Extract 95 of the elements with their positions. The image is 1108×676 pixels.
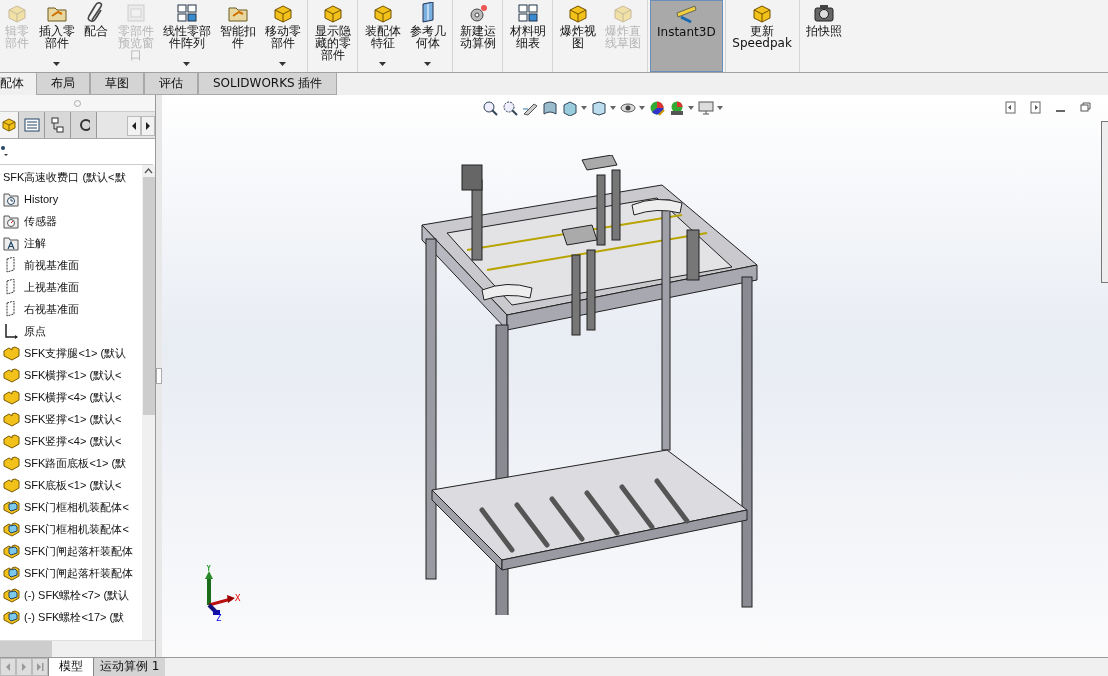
assembly-icon (3, 587, 20, 603)
list-icon (23, 118, 40, 132)
camera-icon (812, 2, 835, 24)
zoom-area-icon[interactable] (502, 100, 518, 116)
tree-item[interactable]: SFK门闸起落杆装配体 (24, 543, 134, 559)
tree-item[interactable]: SFK支撑腿<1> (默认 (24, 345, 127, 361)
restore-icon[interactable] (1080, 101, 1092, 114)
assembly-icon (3, 499, 20, 515)
caret-icon[interactable] (581, 106, 587, 110)
tree-item[interactable]: SFK路面底板<1> (默 (24, 455, 127, 471)
part-icon (3, 411, 20, 427)
toolbar-button[interactable]: Instant3D (650, 0, 723, 72)
scroll-up-icon[interactable] (144, 168, 153, 174)
assembly-icon (3, 609, 20, 625)
previous-window-icon[interactable] (1005, 101, 1017, 114)
annotation-folder-icon (3, 235, 20, 251)
part-icon (3, 455, 20, 471)
tree-item[interactable]: SFK门框相机装配体< (24, 499, 129, 515)
cube-icon (2, 118, 16, 132)
toolbar-button[interactable]: 智能扣件 (215, 0, 260, 72)
toolbar-button[interactable]: 装配体特征 (360, 0, 405, 72)
splitter-handle[interactable] (156, 368, 162, 384)
next-window-icon[interactable] (1030, 101, 1042, 114)
sensor-folder-icon (3, 213, 20, 229)
tree-item[interactable]: SFK横撑<1> (默认< (24, 367, 122, 383)
display-style-icon[interactable] (591, 100, 607, 116)
part-icon (3, 345, 20, 361)
caret-icon[interactable] (717, 106, 723, 110)
configuration-manager-tab[interactable] (45, 112, 71, 138)
view-orientation-icon[interactable] (562, 100, 578, 116)
tree-item[interactable]: SFK门框相机装配体< (24, 521, 129, 537)
toolbar-button[interactable]: 参考几何体 (405, 0, 450, 72)
tree-root-item[interactable]: SFK高速收费口 (默认<默 (0, 166, 142, 188)
toolbar-button[interactable]: 更新 Speedpak (727, 0, 797, 72)
scene-icon[interactable] (669, 100, 685, 116)
appearance-icon[interactable] (649, 100, 665, 116)
tree-item[interactable]: SFK底板<1> (默认< (24, 477, 122, 493)
toolbar-button[interactable]: 爆炸视图 (555, 0, 600, 72)
monitor-icon[interactable] (698, 100, 714, 116)
toolbar-button[interactable]: 配合 (79, 0, 113, 72)
toolbar-button[interactable]: 新建运动算例 (455, 0, 500, 72)
tree-item[interactable]: 右视基准面 (24, 301, 79, 317)
property-manager-tab[interactable] (19, 112, 45, 138)
tree-item[interactable]: 注解 (24, 235, 46, 251)
command-tab[interactable]: 评估 (144, 73, 198, 95)
tree-item[interactable]: 传感器 (24, 213, 57, 229)
assembly-icon (3, 521, 20, 537)
assembly-icon (3, 565, 20, 581)
caret-icon[interactable] (639, 106, 645, 110)
tree-item[interactable]: SFK门闸起落杆装配体 (24, 565, 134, 581)
tree-item[interactable]: SFK横撑<4> (默认< (24, 389, 122, 405)
filter-caret-icon (1, 145, 9, 158)
caret-icon[interactable] (688, 106, 694, 110)
part-icon (3, 433, 20, 449)
part-icon (3, 367, 20, 383)
ruler-icon (675, 3, 698, 25)
tree-item[interactable]: SFK竖撑<1> (默认< (24, 411, 122, 427)
caret-icon[interactable] (610, 106, 616, 110)
bottom-tab[interactable]: 运动算例 1 (93, 658, 166, 676)
target-tab[interactable] (71, 112, 97, 138)
tree-item[interactable]: (-) SFK螺栓<17> (默 (24, 609, 125, 625)
assembly-icon (3, 543, 20, 559)
vertical-scrollbar[interactable] (142, 165, 155, 640)
graphics-area[interactable]: Y X Z (162, 95, 1108, 657)
tree-item[interactable]: 上视基准面 (24, 279, 79, 295)
toolbar-button[interactable]: 线性零部件阵列 (158, 0, 215, 72)
triad-drawing: Y X Z (195, 565, 245, 621)
toolbar-button[interactable]: 材料明细表 (505, 0, 550, 72)
tree-item[interactable]: 原点 (24, 323, 46, 339)
hierarchy-icon (50, 117, 65, 133)
tree-item[interactable]: (-) SFK螺栓<7> (默认 (24, 587, 130, 603)
horizontal-scrollbar[interactable] (0, 640, 155, 657)
zoom-fit-icon[interactable] (482, 100, 498, 116)
section-view-icon[interactable] (542, 100, 558, 116)
command-tab[interactable]: 布局 (36, 73, 90, 95)
history-folder-icon (3, 191, 20, 207)
toolbar-button[interactable]: 插入零部件 (34, 0, 79, 72)
scroll-right-icon[interactable] (141, 116, 155, 136)
toolbar-button[interactable]: 拍快照 (801, 0, 846, 72)
hide-show-icon[interactable] (620, 100, 636, 116)
part-icon (3, 389, 20, 405)
command-tab[interactable]: 草图 (90, 73, 144, 95)
tree-item[interactable]: SFK竖撑<4> (默认< (24, 433, 122, 449)
window-icon (124, 2, 147, 24)
tree-item[interactable]: History (24, 193, 59, 205)
toolbar-button[interactable]: 显示隐藏的零部件 (310, 0, 355, 72)
bottom-tab[interactable]: 模型 (48, 658, 93, 676)
tree-item[interactable]: 前视基准面 (24, 257, 79, 273)
part-icon (3, 477, 20, 493)
task-pane-strip[interactable] (1101, 121, 1108, 283)
toolbar-button[interactable]: 移动零部件 (260, 0, 305, 72)
feature-manager-tab[interactable] (0, 112, 19, 138)
command-tab[interactable]: SOLIDWORKS 插件 (198, 73, 338, 95)
scroll-left-icon[interactable] (127, 116, 141, 136)
origin-icon (3, 323, 20, 339)
